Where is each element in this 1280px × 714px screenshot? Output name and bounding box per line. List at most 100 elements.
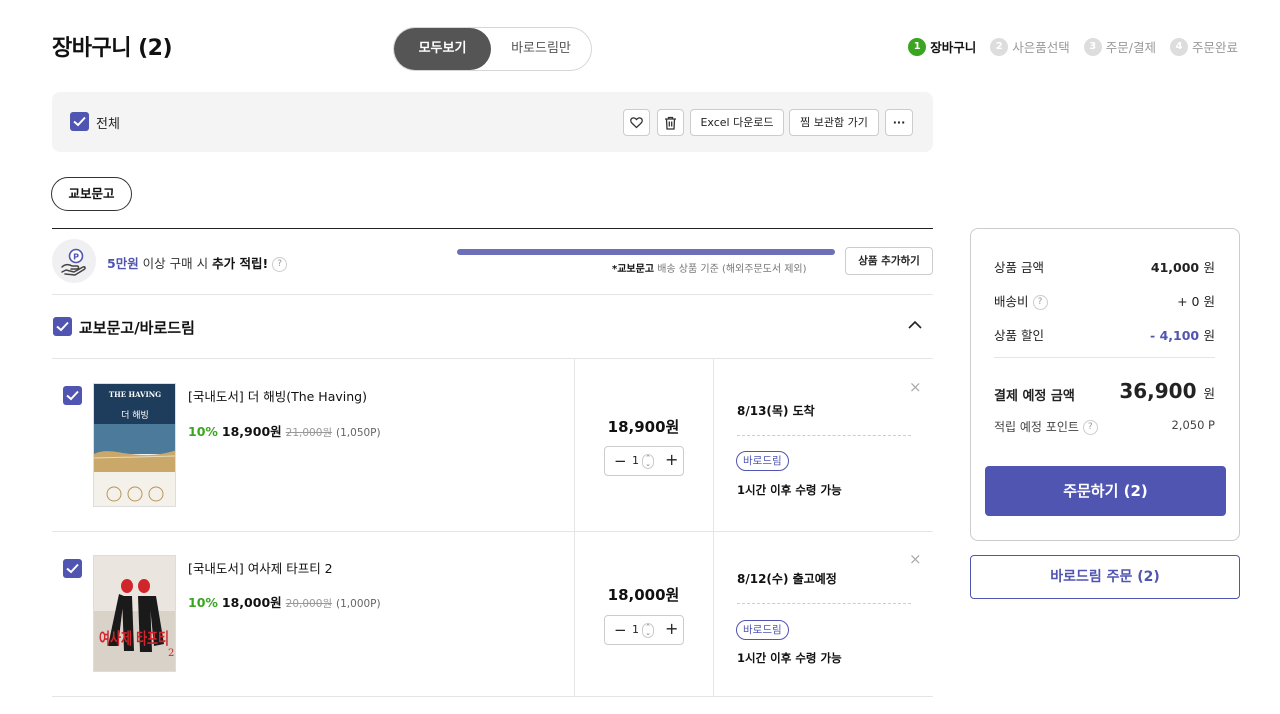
promo-text: 5만원 이상 구매 시 추가 적립! ? — [107, 253, 288, 272]
pickup-info: 1시간 이후 수령 가능 — [737, 651, 842, 665]
column-divider — [713, 359, 714, 531]
store-filter-chip[interactable]: 교보문고 — [51, 177, 132, 211]
item-checkbox[interactable] — [63, 386, 82, 405]
summary-discount-value: - 4,100 원 — [1150, 328, 1215, 343]
promo-amount: 5만원 — [107, 256, 139, 271]
book-cover[interactable]: 여사제 타프티 2 — [93, 555, 176, 672]
step-number: 4 — [1169, 37, 1188, 56]
wish-heart-button[interactable] — [623, 109, 650, 136]
cover-sub-text: 더 해빙 — [121, 410, 149, 421]
shipping-help-icon[interactable]: ? — [1032, 295, 1048, 310]
cover-sub-text: 2 — [168, 648, 174, 659]
summary-goods-label: 상품 금액 — [994, 260, 1044, 275]
svg-text:P: P — [73, 253, 79, 262]
divider — [52, 294, 933, 295]
step-gift: 2 사은품선택 — [990, 37, 1070, 56]
chevron-up-icon[interactable] — [908, 320, 922, 329]
summary-total-label: 결제 예정 금액 — [994, 389, 1075, 404]
baro-only-tab[interactable]: 바로드림만 — [491, 28, 591, 70]
item-title[interactable]: [국내도서] 여사제 타프티 2 — [188, 558, 333, 577]
step-label: 주문/결제 — [1105, 40, 1156, 55]
promo-progress-bar — [457, 249, 835, 255]
qty-minus-button[interactable]: − — [614, 452, 627, 470]
qty-value[interactable]: 1 — [632, 454, 639, 467]
item-points: (1,000P) — [336, 598, 381, 610]
select-all-checkbox[interactable] — [70, 112, 89, 131]
order-steps: 1 장바구니 2 사은품선택 3 주문/결제 4 주문완료 — [908, 37, 1238, 56]
summary-shipping-value: + 0 원 — [1177, 294, 1215, 309]
pickup-info: 1시간 이후 수령 가능 — [737, 483, 842, 497]
column-divider — [574, 532, 575, 696]
view-toggle: 모두보기 바로드림만 — [393, 27, 592, 71]
view-all-tab[interactable]: 모두보기 — [394, 28, 491, 70]
step-label: 장바구니 — [930, 40, 977, 55]
summary-points-value: 2,050 P — [1171, 418, 1215, 432]
item-checkbox[interactable] — [63, 559, 82, 578]
promo-note: *교보문고 배송 상품 기준 (해외주문도서 제외) — [612, 260, 807, 275]
remove-item-icon[interactable]: × — [909, 380, 922, 395]
excel-download-button[interactable]: Excel 다운로드 — [690, 109, 784, 136]
item-title[interactable]: [국내도서] 더 해빙(The Having) — [188, 386, 367, 405]
check-icon — [66, 390, 79, 401]
summary-points-label: 적립 예정 포인트 ? — [994, 418, 1098, 435]
dotted-divider — [737, 435, 911, 436]
trash-icon — [665, 116, 676, 130]
check-icon — [73, 116, 86, 127]
point-coin-icon: P — [52, 239, 96, 283]
step-label: 사은품선택 — [1012, 40, 1070, 55]
item-price: 18,900원 — [607, 418, 680, 436]
check-icon — [56, 321, 69, 332]
item-sale-price: 18,000원 — [221, 595, 282, 610]
divider — [52, 228, 933, 229]
item-discount: 10% — [188, 424, 218, 439]
item-sale-price: 18,900원 — [221, 424, 282, 439]
delete-button[interactable] — [657, 109, 684, 136]
promo-note-text: 배송 상품 기준 (해외주문도서 제외) — [654, 264, 807, 275]
delivery-date: 8/13(목) 도착 — [737, 404, 815, 418]
qty-value[interactable]: 1 — [632, 623, 639, 636]
dotted-divider — [737, 603, 911, 604]
more-button[interactable]: ··· — [885, 109, 913, 136]
summary-shipping-label: 배송비 ? — [994, 291, 1048, 310]
order-button[interactable]: 주문하기 (2) — [985, 466, 1226, 516]
summary-goods-value: 41,000 원 — [1150, 260, 1215, 275]
item-discount: 10% — [188, 595, 218, 610]
qty-spin-icon[interactable]: ⌃ ⌄ — [642, 623, 654, 638]
remove-item-icon[interactable]: × — [909, 552, 922, 567]
step-payment: 3 주문/결제 — [1083, 37, 1156, 56]
book-cover[interactable]: THE HAVING 더 해빙 — [93, 383, 176, 507]
barodrim-tag: 바로드림 — [736, 451, 789, 471]
step-complete: 4 주문완료 — [1169, 37, 1238, 56]
divider — [994, 357, 1215, 358]
qty-plus-button[interactable]: + — [665, 620, 678, 638]
cover-title-text: THE HAVING — [109, 390, 161, 399]
step-number: 1 — [908, 37, 927, 56]
wishlist-go-button[interactable]: 찜 보관함 가기 — [789, 109, 879, 136]
barodrim-order-button[interactable]: 바로드림 주문 (2) — [970, 555, 1240, 599]
section-title: 교보문고/바로드림 — [79, 319, 195, 337]
cover-title-text: 여사제 타프티 — [99, 629, 169, 648]
promo-bold-text: 추가 적립! — [212, 256, 269, 271]
add-products-button[interactable]: 상품 추가하기 — [845, 247, 933, 275]
qty-plus-button[interactable]: + — [665, 451, 678, 469]
step-number: 3 — [1083, 37, 1102, 56]
item-price-line: 10% 18,900원 21,000원 (1,050P) — [188, 421, 381, 440]
promo-help-icon[interactable]: ? — [272, 257, 288, 272]
promo-progress-fill — [457, 249, 835, 255]
cart-item: THE HAVING 더 해빙 [국내도서] 더 해빙(The Having) … — [52, 359, 933, 531]
qty-spin-icon[interactable]: ⌃ ⌄ — [642, 454, 654, 469]
step-label: 주문완료 — [1191, 40, 1238, 55]
step-cart: 1 장바구니 — [908, 37, 976, 56]
item-original-price: 21,000원 — [285, 427, 333, 439]
step-number: 2 — [990, 37, 1009, 56]
summary-discount-label: 상품 할인 — [994, 328, 1044, 343]
section-checkbox[interactable] — [53, 317, 72, 336]
quantity-stepper: − 1 ⌃ ⌄ + — [604, 446, 684, 476]
divider — [52, 696, 933, 697]
points-help-icon[interactable]: ? — [1082, 420, 1098, 435]
cart-item: 여사제 타프티 2 [국내도서] 여사제 타프티 2 10% 18,000원 2… — [52, 532, 933, 696]
quantity-stepper: − 1 ⌃ ⌄ + — [604, 615, 684, 645]
order-summary: 상품 금액 41,000 원 배송비 ? + 0 원 상품 할인 - 4,100… — [970, 228, 1240, 541]
qty-minus-button[interactable]: − — [614, 621, 627, 639]
promo-mid-text: 이상 구매 시 — [138, 256, 213, 271]
